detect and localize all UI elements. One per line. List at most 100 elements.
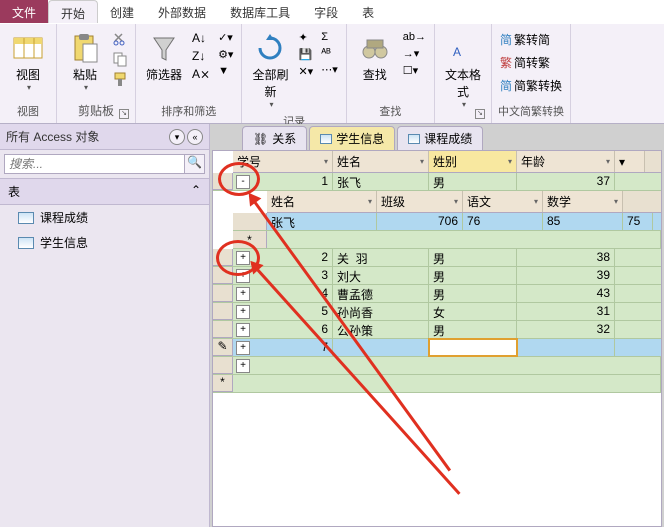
search-input[interactable] [4,154,185,174]
find-button[interactable]: 查找 [353,30,397,85]
expand-button[interactable]: + [236,341,250,355]
subcol-math[interactable]: 数学▾ [543,191,623,212]
spelling-button[interactable]: ᴬᴮ [319,46,340,60]
cell[interactable]: 张飞 [267,213,377,230]
simp-to-trad-button[interactable]: 繁简转繁 [498,53,564,72]
textformat-button[interactable]: A 文本格式 ▾ [441,30,485,111]
view-button[interactable]: 视图 ▾ [6,30,50,94]
row-selector[interactable] [213,285,233,302]
col-gender[interactable]: 姓别▾ [429,151,517,172]
cell[interactable] [253,357,661,374]
tab-course-grades[interactable]: 课程成绩 [397,126,483,150]
delete-record-button[interactable]: ✕▾ [296,64,315,79]
cell[interactable] [333,339,429,356]
cell[interactable]: 男 [429,249,517,266]
dialog-launcher-icon[interactable]: ↘ [475,109,485,119]
tab-file[interactable]: 文件 [0,0,48,23]
selection-filter-button[interactable]: ✓▾ [216,30,235,45]
col-name[interactable]: 姓名▾ [333,151,429,172]
subcol-class[interactable]: 班级▾ [377,191,463,212]
row-selector[interactable] [213,321,233,338]
cell[interactable]: 张飞 [333,173,429,190]
format-painter-button[interactable] [111,70,129,88]
row-selector[interactable] [213,303,233,320]
tab-create[interactable]: 创建 [98,0,146,23]
sub-table-row[interactable]: 张飞 706 76 85 75 [233,213,661,231]
cell[interactable] [233,375,661,392]
subcol-chinese[interactable]: 语文▾ [463,191,543,212]
cell[interactable]: 76 [463,213,543,230]
cell[interactable] [429,339,517,356]
totals-button[interactable]: Σ [319,30,340,44]
cell[interactable]: 关 羽 [333,249,429,266]
tab-dbtools[interactable]: 数据库工具 [218,0,302,23]
table-row[interactable]: +6公孙策男32 [213,321,661,339]
cut-button[interactable] [111,30,129,48]
cell[interactable]: 38 [517,249,615,266]
col-add[interactable]: ▾ [615,151,645,172]
toggle-filter-button[interactable]: ▼ [216,64,235,78]
row-selector[interactable]: ✎ [213,339,233,356]
tab-start[interactable]: 开始 [48,0,98,23]
cell[interactable]: 男 [429,285,517,302]
table-row[interactable]: + [213,357,661,375]
copy-button[interactable] [111,50,129,68]
save-record-button[interactable]: 💾 [296,47,315,62]
sort-asc-button[interactable]: A↓ [190,30,212,46]
filter-button[interactable]: 筛选器 [142,30,186,85]
clear-sort-button[interactable]: A⨯ [190,66,212,82]
cell[interactable]: 曹孟德 [333,285,429,302]
nav-section-tables[interactable]: 表 ⌃ [0,179,209,205]
row-selector[interactable]: * [233,231,267,248]
expand-button[interactable]: + [236,323,250,337]
cell[interactable]: 43 [517,285,615,302]
more-button[interactable]: ⋯▾ [319,62,340,77]
cell[interactable]: 1 [253,173,333,190]
row-selector[interactable] [213,267,233,284]
nav-header[interactable]: 所有 Access 对象 ▾ « [0,124,209,150]
sort-desc-button[interactable]: Z↓ [190,48,212,64]
expand-button[interactable]: + [236,359,250,373]
row-selector[interactable] [213,249,233,266]
cell[interactable]: 706 [377,213,463,230]
search-icon[interactable]: 🔍 [185,154,205,174]
subcol-name[interactable]: 姓名▾ [267,191,377,212]
cell[interactable]: 85 [543,213,623,230]
nav-collapse-button[interactable]: « [187,129,203,145]
cell[interactable] [517,339,615,356]
paste-button[interactable]: 粘贴 ▾ [63,30,107,94]
table-row[interactable]: +5孙尚香女31 [213,303,661,321]
cell[interactable]: 女 [429,303,517,320]
row-selector[interactable] [213,173,233,190]
expand-button[interactable]: + [236,305,250,319]
goto-button[interactable]: →▾ [401,46,428,61]
refresh-all-button[interactable]: 全部刷新 ▾ [248,30,292,111]
tab-external[interactable]: 外部数据 [146,0,218,23]
cell[interactable]: 75 [623,213,653,230]
replace-button[interactable]: ab→ [401,30,428,44]
new-row[interactable]: * [213,375,661,393]
cell[interactable]: 刘大 [333,267,429,284]
dialog-launcher-icon[interactable]: ↘ [119,109,129,119]
nav-item-course-grades[interactable]: 课程成绩 [0,205,209,230]
row-selector[interactable]: * [213,375,233,392]
tab-fields[interactable]: 字段 [302,0,350,23]
cell[interactable]: 男 [429,267,517,284]
cell[interactable]: 37 [517,173,615,190]
expand-button[interactable]: + [236,269,250,283]
table-row[interactable]: - 1 张飞 男 37 [213,173,661,191]
tab-student-info[interactable]: 学生信息 [309,126,395,150]
new-record-button[interactable]: ✦ [296,30,315,45]
sub-new-row[interactable]: * [233,231,661,249]
table-row[interactable]: ✎+7 [213,339,661,357]
col-id[interactable]: 学号▾ [233,151,333,172]
nav-item-student-info[interactable]: 学生信息 [0,230,209,255]
cjk-convert-button[interactable]: 简简繁转换 [498,76,564,95]
cell[interactable]: 男 [429,173,517,190]
col-age[interactable]: 年龄▾ [517,151,615,172]
select-button[interactable]: ☐▾ [401,63,428,78]
table-row[interactable]: +3刘大 男39 [213,267,661,285]
cell[interactable]: 31 [517,303,615,320]
tab-relationships[interactable]: ⛓关系 [242,126,307,150]
expand-button[interactable]: + [236,287,250,301]
